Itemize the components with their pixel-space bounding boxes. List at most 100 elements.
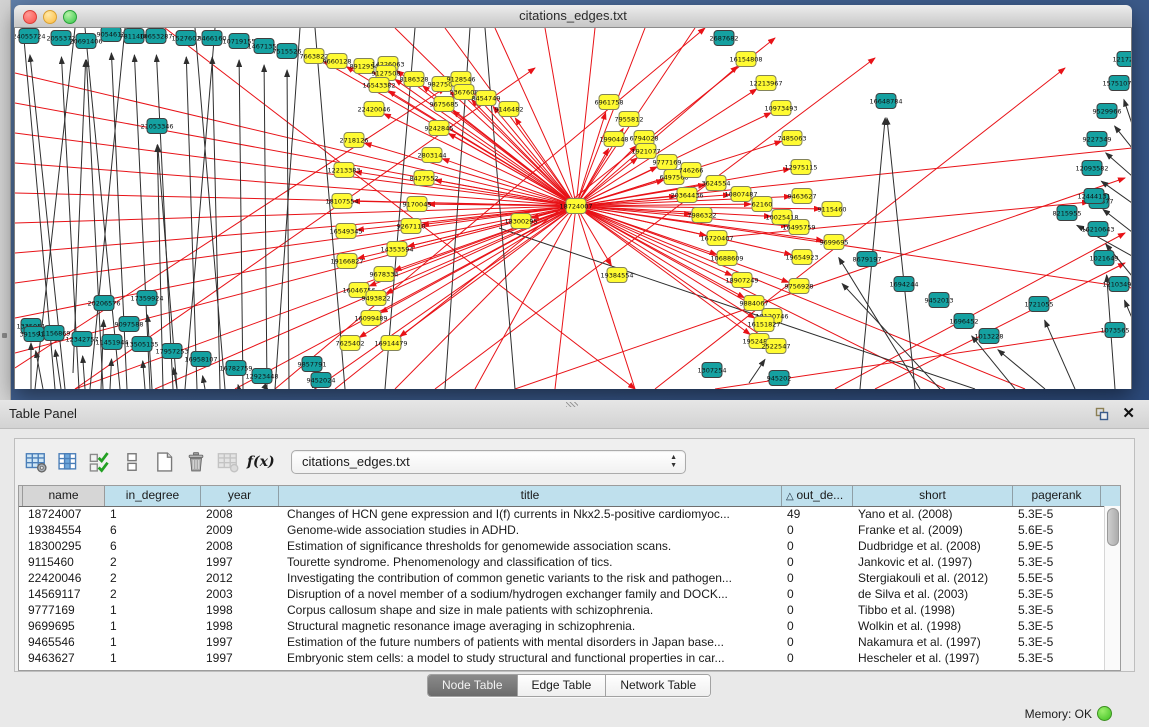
graph-node[interactable]: 19384554 [600,268,633,283]
table-cell[interactable]: 5.3E-5 [1013,587,1101,603]
table-cell[interactable]: 1 [105,619,201,635]
table-row[interactable]: 977716911998Corpus callosum shape and si… [19,603,1120,619]
table-source-select[interactable]: citations_edges.txt ▲▼ [291,450,686,474]
table-cell[interactable]: 1998 [201,619,279,635]
show-columns-icon[interactable] [53,447,83,477]
table-cell[interactable]: Embryonic stem cells: a model to study s… [279,651,782,667]
table-cell[interactable]: 0 [782,619,853,635]
column-header-year[interactable]: year [201,486,279,506]
table-cell[interactable]: 5.3E-5 [1013,651,1101,667]
graph-node[interactable]: 7485063 [778,131,807,146]
select-all-icon[interactable] [85,447,115,477]
table-cell[interactable]: 9463627 [23,651,105,667]
citation-graph[interactable]: 2405572420553722069140690546137811406106… [15,28,1131,389]
graph-node[interactable]: 1307254 [698,363,727,378]
table-cell[interactable]: Tourette syndrome. Phenomenology and cla… [279,555,782,571]
table-row[interactable]: 1938455462009Genome-wide association stu… [19,523,1120,539]
graph-node[interactable]: 8427552 [410,171,439,186]
table-cell[interactable]: 1997 [201,651,279,667]
table-cell[interactable]: Nakamura et al. (1997) [853,635,1013,651]
table-cell[interactable]: 2012 [201,571,279,587]
graph-node[interactable]: 12093582 [1075,161,1108,176]
graph-node[interactable]: 18107554 [325,194,358,209]
table-cell[interactable]: Tibbo et al. (1998) [853,603,1013,619]
table-cell[interactable]: 22420046 [23,571,105,587]
table-cell[interactable]: Estimation of the future numbers of pati… [279,635,782,651]
table-row[interactable]: 946362711997Embryonic stem cells: a mode… [19,651,1120,667]
table-cell[interactable]: 1997 [201,635,279,651]
graph-node[interactable]: 9452013 [925,293,954,308]
table-cell[interactable]: de Silva et al. (2003) [853,587,1013,603]
table-cell[interactable]: 5.3E-5 [1013,603,1101,619]
table-cell[interactable]: Investigating the contribution of common… [279,571,782,587]
table-cell[interactable]: 2008 [201,539,279,555]
graph-node[interactable]: 1696452 [950,314,979,329]
table-cell[interactable]: 1 [105,603,201,619]
graph-node[interactable]: 9452024 [307,373,336,388]
table-cell[interactable]: 0 [782,603,853,619]
column-header-name[interactable]: name [23,486,105,506]
table-cell[interactable]: 1997 [201,555,279,571]
table-cell[interactable]: 49 [782,507,853,523]
table-cell[interactable]: 9777169 [23,603,105,619]
dock-grip-icon[interactable] [2,333,7,338]
table-cell[interactable]: Genome-wide association studies in ADHD. [279,523,782,539]
table-cell[interactable]: 5.3E-5 [1013,635,1101,651]
graph-node[interactable]: 9115460 [818,202,847,217]
graph-node[interactable]: 9170045 [403,197,432,212]
tab-node-table[interactable]: Node Table [428,675,518,696]
network-canvas[interactable]: 2405572420553722069140690546137811406106… [14,28,1132,389]
graph-node[interactable]: 16720407 [700,231,733,246]
graph-node[interactable]: 19654923 [785,250,818,265]
table-cell[interactable]: 1 [105,635,201,651]
table-row[interactable]: 946554611997Estimation of the future num… [19,635,1120,651]
table-row[interactable]: 1456911722003Disruption of a novel membe… [19,587,1120,603]
table-cell[interactable]: Disruption of a novel member of a sodium… [279,587,782,603]
table-cell[interactable]: Hescheler et al. (1997) [853,651,1013,667]
table-cell[interactable]: 0 [782,523,853,539]
graph-node[interactable]: 9699695 [820,235,849,250]
table-cell[interactable]: 2009 [201,523,279,539]
table-cell[interactable]: 0 [782,555,853,571]
table-cell[interactable]: Dudbridge et al. (2008) [853,539,1013,555]
graph-node[interactable]: 1021649 [1090,251,1119,266]
table-cell[interactable]: Stergiakouli et al. (2012) [853,571,1013,587]
graph-node[interactable]: 13505135 [125,337,158,352]
table-row[interactable]: 2242004622012Investigating the contribut… [19,571,1120,587]
graph-node[interactable]: 7515526 [273,44,302,59]
graph-node[interactable]: 2718126 [340,133,369,148]
tab-edge-table[interactable]: Edge Table [518,675,607,696]
splitter-grip-icon[interactable] [566,402,578,407]
graph-node[interactable]: 9493822 [362,291,391,306]
graph-node[interactable]: 10653287 [139,29,172,44]
table-cell[interactable]: 6 [105,539,201,555]
table-cell[interactable]: 19384554 [23,523,105,539]
table-cell[interactable]: Estimation of significance thresholds fo… [279,539,782,555]
table-cell[interactable]: 2 [105,587,201,603]
graph-node[interactable]: 2803144 [418,148,447,163]
table-cell[interactable]: 5.5E-5 [1013,571,1101,587]
graph-node[interactable]: 16154808 [729,52,762,67]
graph-node[interactable]: 16648784 [869,94,902,109]
table-cell[interactable]: 6 [105,523,201,539]
table-cell[interactable]: 1 [105,651,201,667]
table-cell[interactable]: 2 [105,555,201,571]
column-header-in-degree[interactable]: in_degree [105,486,201,506]
table-cell[interactable]: 0 [782,651,853,667]
graph-node[interactable]: 9097588 [115,317,144,332]
graph-node[interactable]: 1073565 [1101,323,1130,338]
graph-node[interactable]: 1217254 [1113,52,1131,67]
table-cell[interactable]: 5.9E-5 [1013,539,1101,555]
graph-node[interactable]: 9678334 [370,267,399,282]
graph-node[interactable]: 9777169 [653,155,682,170]
graph-node[interactable]: 9675685 [430,97,459,112]
table-cell[interactable]: 5.6E-5 [1013,523,1101,539]
table-cell[interactable]: Yano et al. (2008) [853,507,1013,523]
table-row[interactable]: 911546021997Tourette syndrome. Phenomeno… [19,555,1120,571]
graph-node[interactable]: 8186328 [400,72,429,87]
graph-node[interactable]: 9660128 [323,54,352,69]
table-cell[interactable]: 2003 [201,587,279,603]
table-cell[interactable]: 2 [105,571,201,587]
graph-node[interactable]: 746266 [679,163,704,178]
close-panel-icon[interactable]: ✕ [1122,404,1135,422]
